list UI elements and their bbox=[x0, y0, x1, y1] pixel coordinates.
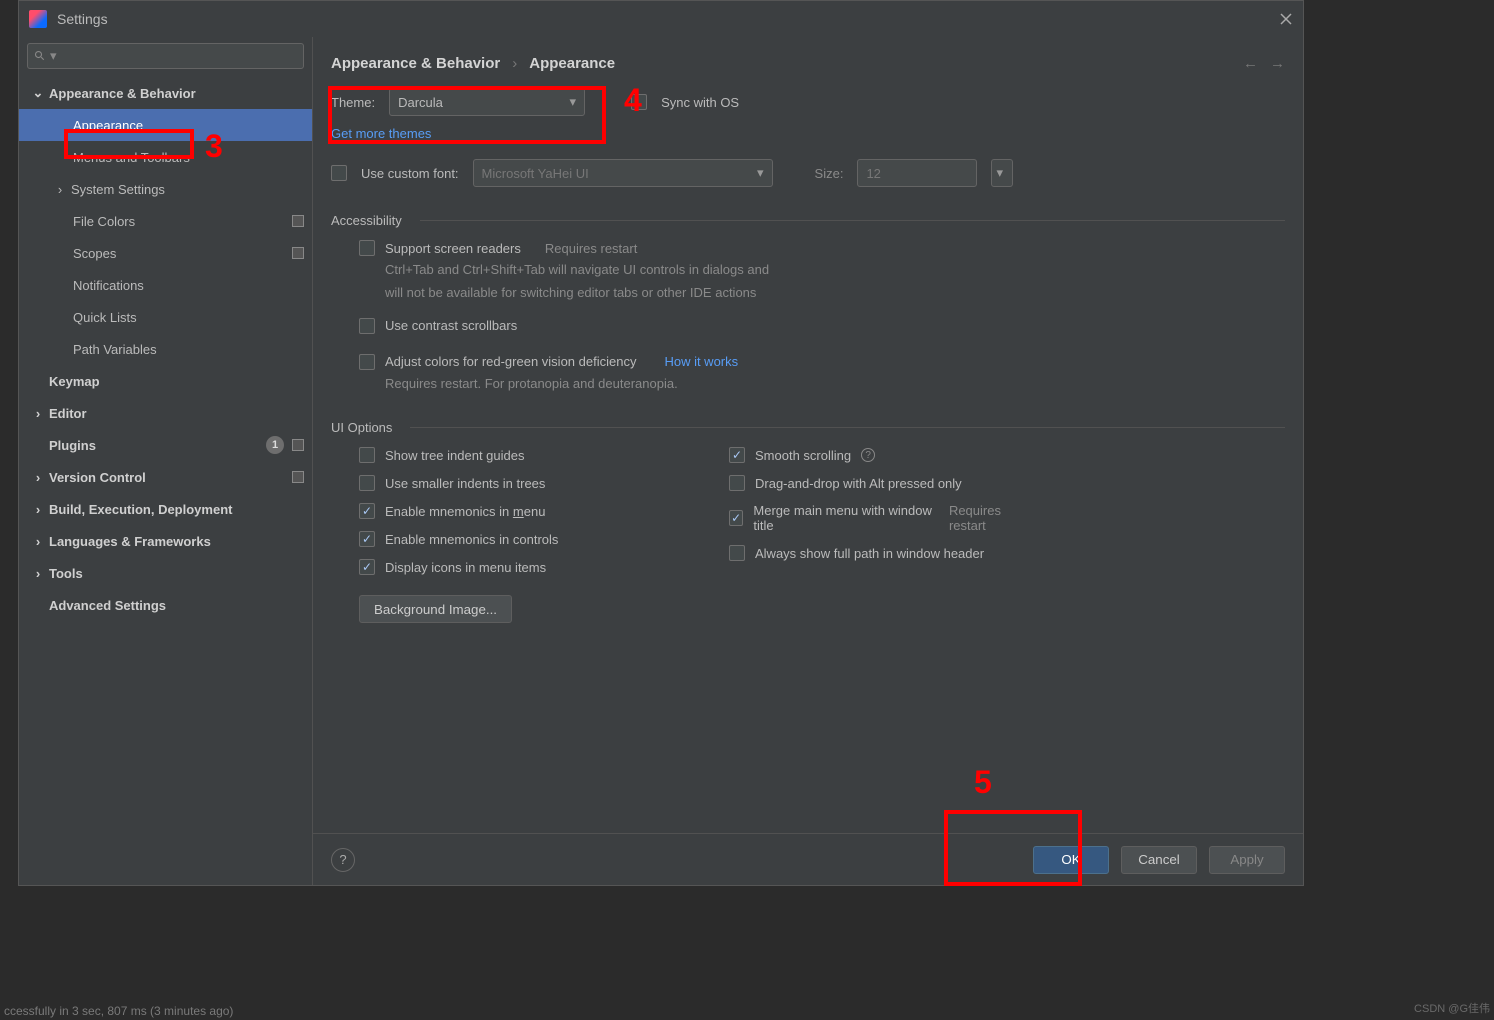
project-marker-icon bbox=[292, 439, 304, 451]
breadcrumb: Appearance & Behavior › Appearance ← → bbox=[313, 37, 1303, 80]
merge-menu-checkbox[interactable]: ✓ bbox=[729, 510, 743, 526]
dialog-footer: ? OK Cancel Apply bbox=[313, 833, 1303, 885]
full-path-checkbox[interactable] bbox=[729, 545, 745, 561]
chevron-down-icon: ▾ bbox=[570, 94, 577, 110]
merge-menu-hint: Requires restart bbox=[949, 503, 1031, 533]
size-label: Size: bbox=[815, 166, 844, 181]
titlebar: Settings bbox=[19, 1, 1303, 37]
dnd-alt-checkbox[interactable] bbox=[729, 475, 745, 491]
merge-menu-label: Merge main menu with window title bbox=[753, 503, 933, 533]
cancel-button[interactable]: Cancel bbox=[1121, 846, 1197, 874]
search-input[interactable]: ▾ bbox=[27, 43, 304, 69]
get-themes-link[interactable]: Get more themes bbox=[331, 126, 431, 141]
status-line: ccessfully in 3 sec, 807 ms (3 minutes a… bbox=[0, 1002, 237, 1020]
tree-file-colors[interactable]: File Colors bbox=[19, 205, 312, 237]
tree-build[interactable]: ›Build, Execution, Deployment bbox=[19, 493, 312, 525]
tree-appearance-behavior[interactable]: ⌄ Appearance & Behavior bbox=[19, 77, 312, 109]
colorblind-checkbox[interactable] bbox=[359, 354, 375, 370]
search-caret: ▾ bbox=[50, 48, 57, 64]
settings-dialog: Settings ▾ ⌄ Appearance & Behavior Appea… bbox=[18, 0, 1304, 886]
sync-os-label: Sync with OS bbox=[661, 95, 739, 110]
font-select[interactable]: Microsoft YaHei UI ▾ bbox=[473, 159, 773, 187]
theme-label: Theme: bbox=[331, 95, 375, 110]
screen-readers-desc1: Ctrl+Tab and Ctrl+Shift+Tab will navigat… bbox=[331, 260, 1285, 281]
background-image-button[interactable]: Background Image... bbox=[359, 595, 512, 623]
colorblind-label: Adjust colors for red-green vision defic… bbox=[385, 354, 636, 369]
sidebar: ▾ ⌄ Appearance & Behavior Appearance Men… bbox=[19, 37, 313, 885]
tree-appearance[interactable]: Appearance bbox=[19, 109, 312, 141]
tree-version-control[interactable]: ›Version Control bbox=[19, 461, 312, 493]
breadcrumb-current: Appearance bbox=[529, 55, 615, 72]
apply-button[interactable]: Apply bbox=[1209, 846, 1285, 874]
screen-readers-desc2: will not be available for switching edit… bbox=[331, 283, 1285, 304]
app-icon bbox=[29, 10, 47, 28]
screen-readers-checkbox[interactable] bbox=[359, 240, 375, 256]
screen-readers-label: Support screen readers bbox=[385, 241, 521, 256]
nav-back-icon[interactable]: ← bbox=[1243, 55, 1258, 72]
custom-font-checkbox[interactable] bbox=[331, 165, 347, 181]
close-icon[interactable] bbox=[1279, 12, 1293, 26]
chevron-right-icon: › bbox=[31, 566, 45, 581]
custom-font-label: Use custom font: bbox=[361, 166, 459, 181]
plugins-badge: 1 bbox=[266, 436, 284, 454]
tree-quick-lists[interactable]: Quick Lists bbox=[19, 301, 312, 333]
mnemonics-controls-checkbox[interactable]: ✓ bbox=[359, 531, 375, 547]
info-icon[interactable]: ? bbox=[861, 448, 875, 462]
tree-system-settings[interactable]: ›System Settings bbox=[19, 173, 312, 205]
help-button[interactable]: ? bbox=[331, 848, 355, 872]
icons-menu-label: Display icons in menu items bbox=[385, 560, 546, 575]
dnd-alt-label: Drag-and-drop with Alt pressed only bbox=[755, 476, 962, 491]
project-marker-icon bbox=[292, 471, 304, 483]
tree-keymap[interactable]: Keymap bbox=[19, 365, 312, 397]
accessibility-title: Accessibility bbox=[331, 213, 1285, 228]
tree-tools[interactable]: ›Tools bbox=[19, 557, 312, 589]
mnemonics-menu-checkbox[interactable]: ✓ bbox=[359, 503, 375, 519]
full-path-label: Always show full path in window header bbox=[755, 546, 984, 561]
colorblind-hint: Requires restart. For protanopia and deu… bbox=[331, 374, 1285, 395]
icons-menu-checkbox[interactable]: ✓ bbox=[359, 559, 375, 575]
dialog-title: Settings bbox=[57, 11, 108, 27]
smaller-indents-label: Use smaller indents in trees bbox=[385, 476, 545, 491]
sync-os-checkbox[interactable] bbox=[631, 94, 647, 110]
mnemonics-controls-label: Enable mnemonics in controls bbox=[385, 532, 558, 547]
smooth-label: Smooth scrolling bbox=[755, 448, 851, 463]
breadcrumb-parent[interactable]: Appearance & Behavior bbox=[331, 55, 500, 72]
font-size-input[interactable]: 12 bbox=[857, 159, 977, 187]
tree-advanced[interactable]: Advanced Settings bbox=[19, 589, 312, 621]
tree-guides-label: Show tree indent guides bbox=[385, 448, 524, 463]
chevron-right-icon: › bbox=[31, 502, 45, 517]
nav-forward-icon[interactable]: → bbox=[1270, 55, 1285, 72]
contrast-label: Use contrast scrollbars bbox=[385, 318, 517, 333]
project-marker-icon bbox=[292, 247, 304, 259]
breadcrumb-sep: › bbox=[512, 55, 517, 72]
screen-readers-hint: Requires restart bbox=[545, 241, 637, 256]
ui-options-title: UI Options bbox=[331, 420, 1285, 435]
tree-editor[interactable]: ›Editor bbox=[19, 397, 312, 429]
mnemonics-menu-label: Enable mnemonics in menu bbox=[385, 504, 545, 519]
tree-languages[interactable]: ›Languages & Frameworks bbox=[19, 525, 312, 557]
ok-button[interactable]: OK bbox=[1033, 846, 1109, 874]
watermark: CSDN @G佳伟 bbox=[1414, 1000, 1490, 1016]
tree-path-variables[interactable]: Path Variables bbox=[19, 333, 312, 365]
chevron-right-icon: › bbox=[31, 534, 45, 549]
tree-plugins[interactable]: Plugins1 bbox=[19, 429, 312, 461]
font-size-stepper[interactable]: ▾ bbox=[991, 159, 1013, 187]
chevron-down-icon: ▾ bbox=[996, 165, 1003, 181]
tree-guides-checkbox[interactable] bbox=[359, 447, 375, 463]
tree-menus-toolbars[interactable]: Menus and Toolbars bbox=[19, 141, 312, 173]
chevron-down-icon: ⌄ bbox=[31, 85, 45, 101]
theme-select[interactable]: Darcula ▾ bbox=[389, 88, 585, 116]
tree-scopes[interactable]: Scopes bbox=[19, 237, 312, 269]
project-marker-icon bbox=[292, 215, 304, 227]
chevron-right-icon: › bbox=[53, 182, 67, 197]
chevron-right-icon: › bbox=[31, 406, 45, 421]
settings-tree: ⌄ Appearance & Behavior Appearance Menus… bbox=[19, 75, 312, 885]
how-it-works-link[interactable]: How it works bbox=[664, 354, 738, 369]
tree-notifications[interactable]: Notifications bbox=[19, 269, 312, 301]
contrast-checkbox[interactable] bbox=[359, 318, 375, 334]
smooth-checkbox[interactable]: ✓ bbox=[729, 447, 745, 463]
smaller-indents-checkbox[interactable] bbox=[359, 475, 375, 491]
chevron-right-icon: › bbox=[31, 470, 45, 485]
chevron-down-icon: ▾ bbox=[757, 165, 764, 181]
